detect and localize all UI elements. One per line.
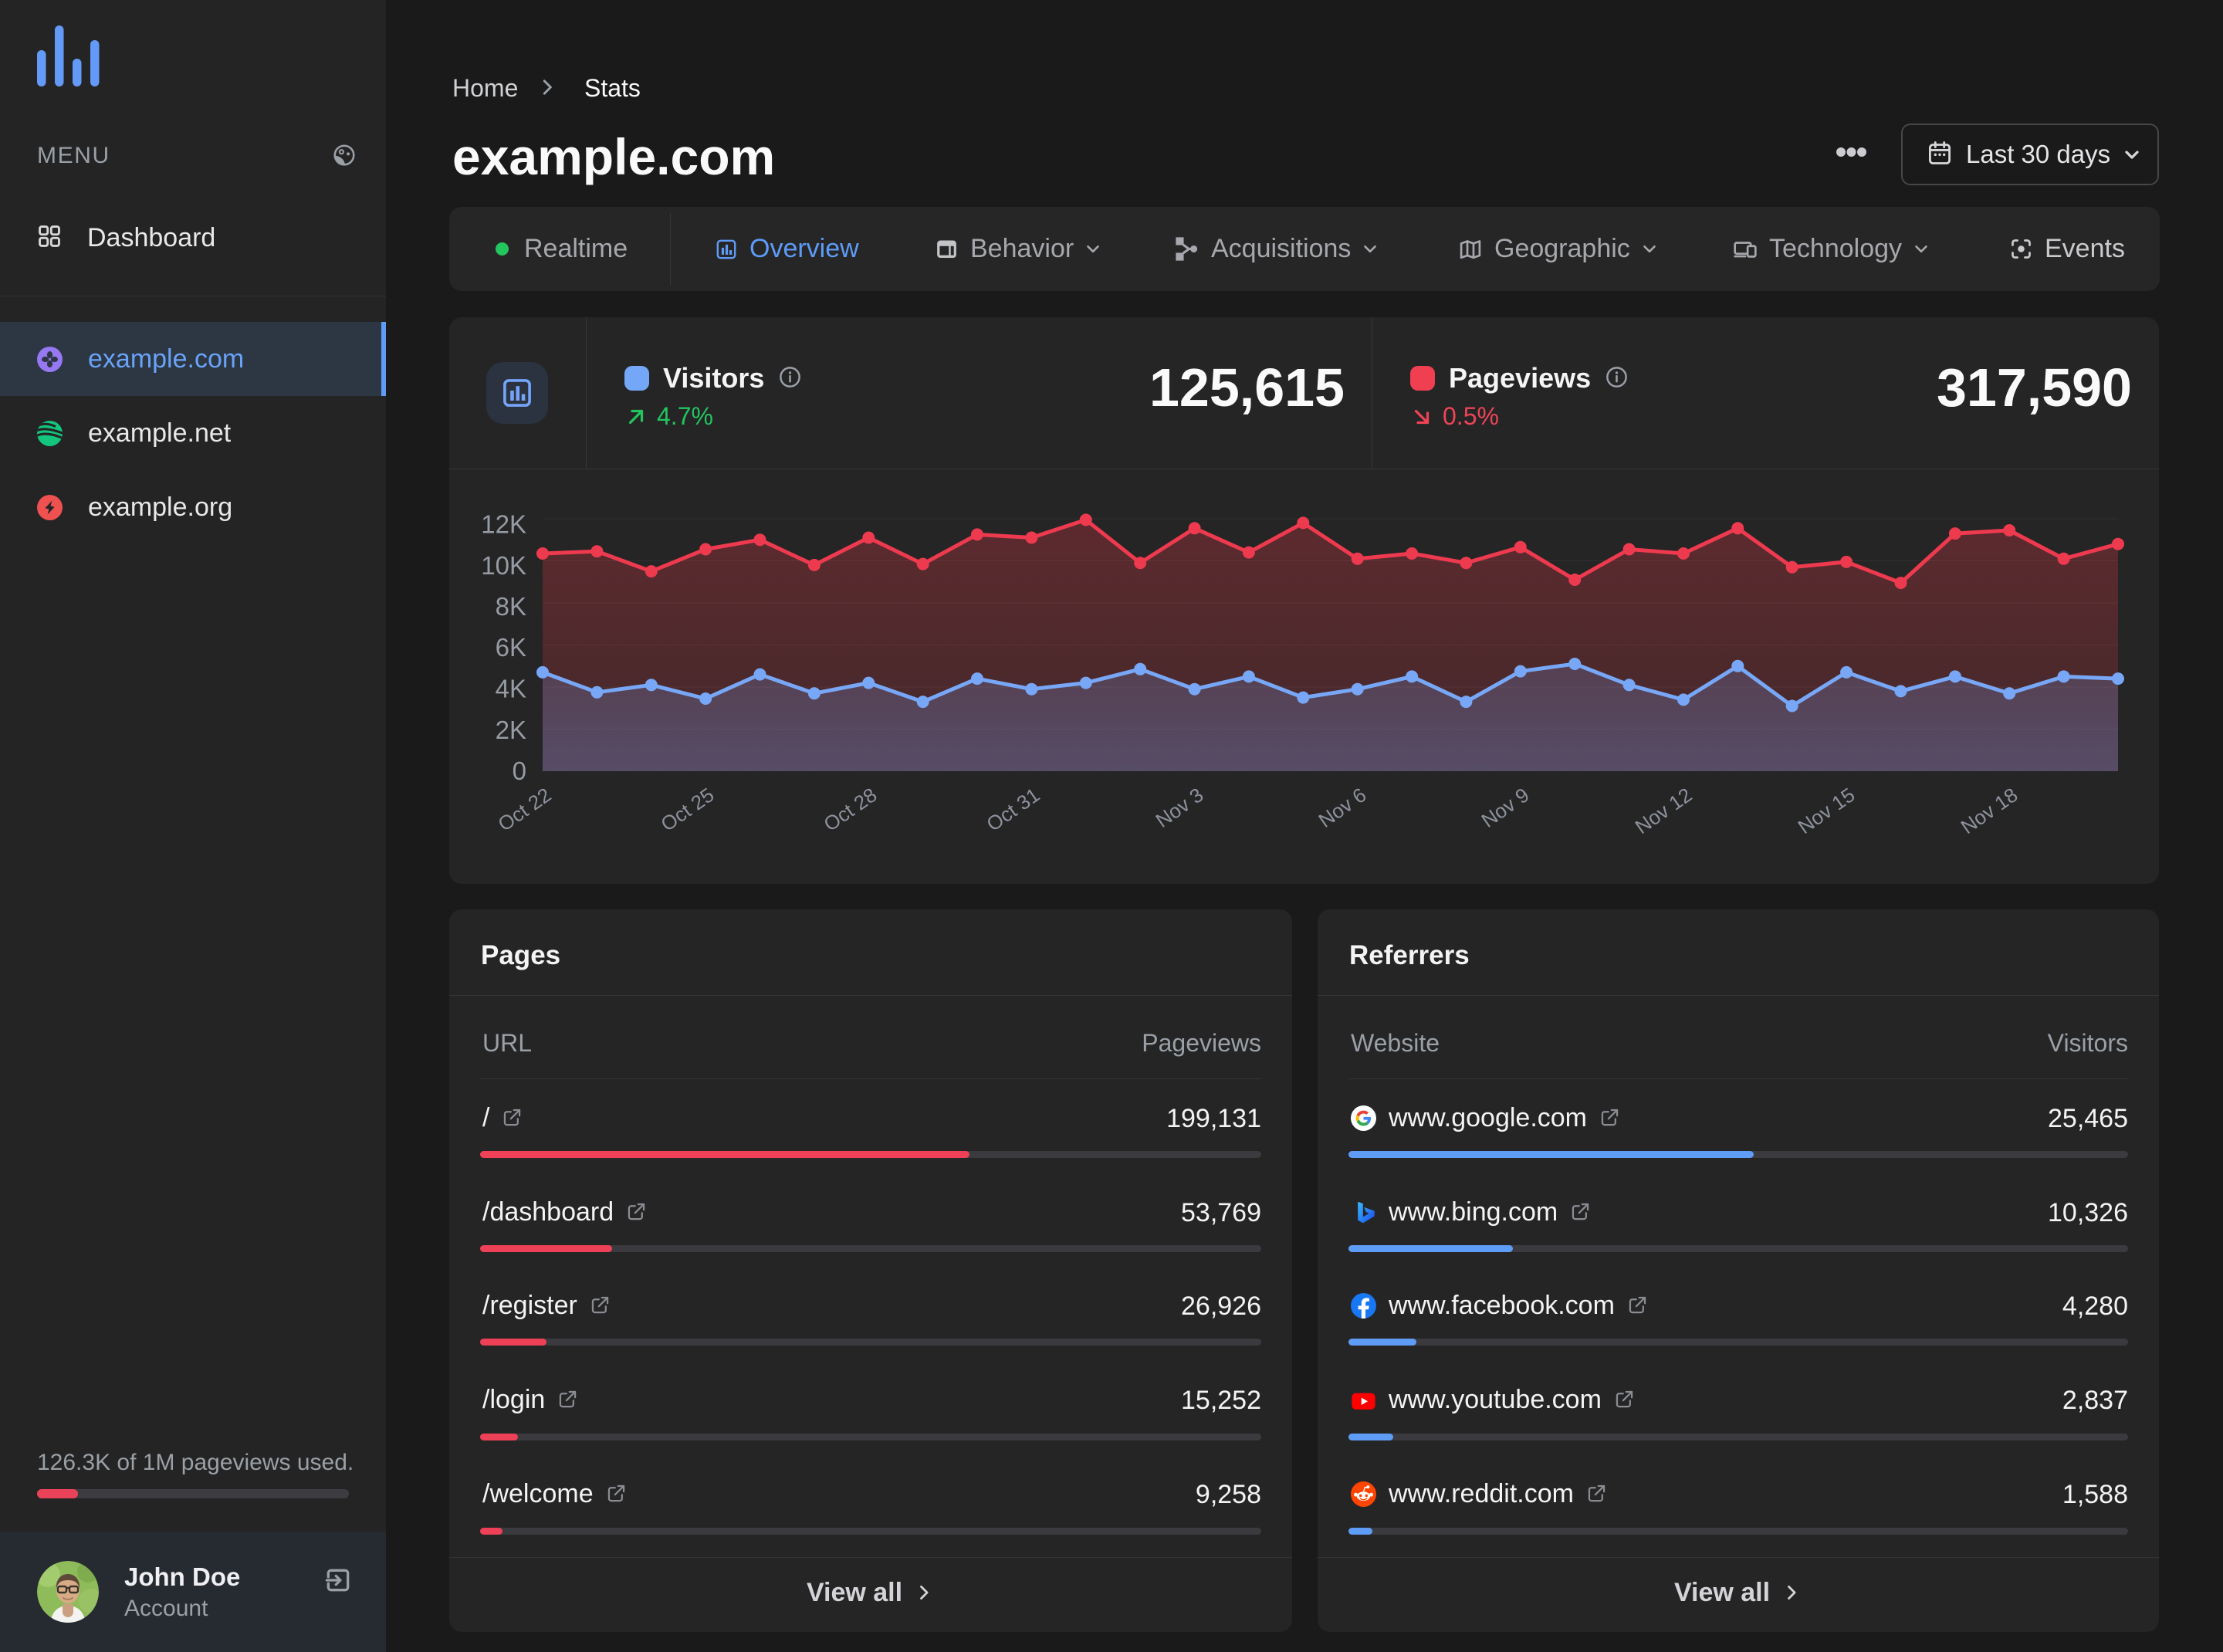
- svg-text:2K: 2K: [496, 716, 526, 744]
- svg-text:10K: 10K: [481, 551, 526, 580]
- svg-text:6K: 6K: [496, 633, 526, 662]
- svg-text:Oct 22: Oct 22: [493, 783, 555, 836]
- svg-text:8K: 8K: [496, 592, 526, 621]
- svg-text:Nov 3: Nov 3: [1152, 783, 1208, 832]
- svg-text:0: 0: [513, 757, 526, 785]
- svg-text:Nov 18: Nov 18: [1957, 783, 2022, 838]
- svg-text:Nov 15: Nov 15: [1794, 783, 1859, 838]
- svg-text:Oct 31: Oct 31: [982, 783, 1044, 836]
- svg-text:Nov 12: Nov 12: [1631, 783, 1697, 838]
- svg-text:Nov 9: Nov 9: [1477, 783, 1534, 832]
- svg-text:Nov 6: Nov 6: [1315, 783, 1371, 832]
- svg-text:Oct 25: Oct 25: [656, 783, 718, 836]
- svg-text:4K: 4K: [496, 675, 526, 703]
- svg-text:Oct 28: Oct 28: [819, 783, 881, 836]
- svg-text:12K: 12K: [481, 510, 526, 539]
